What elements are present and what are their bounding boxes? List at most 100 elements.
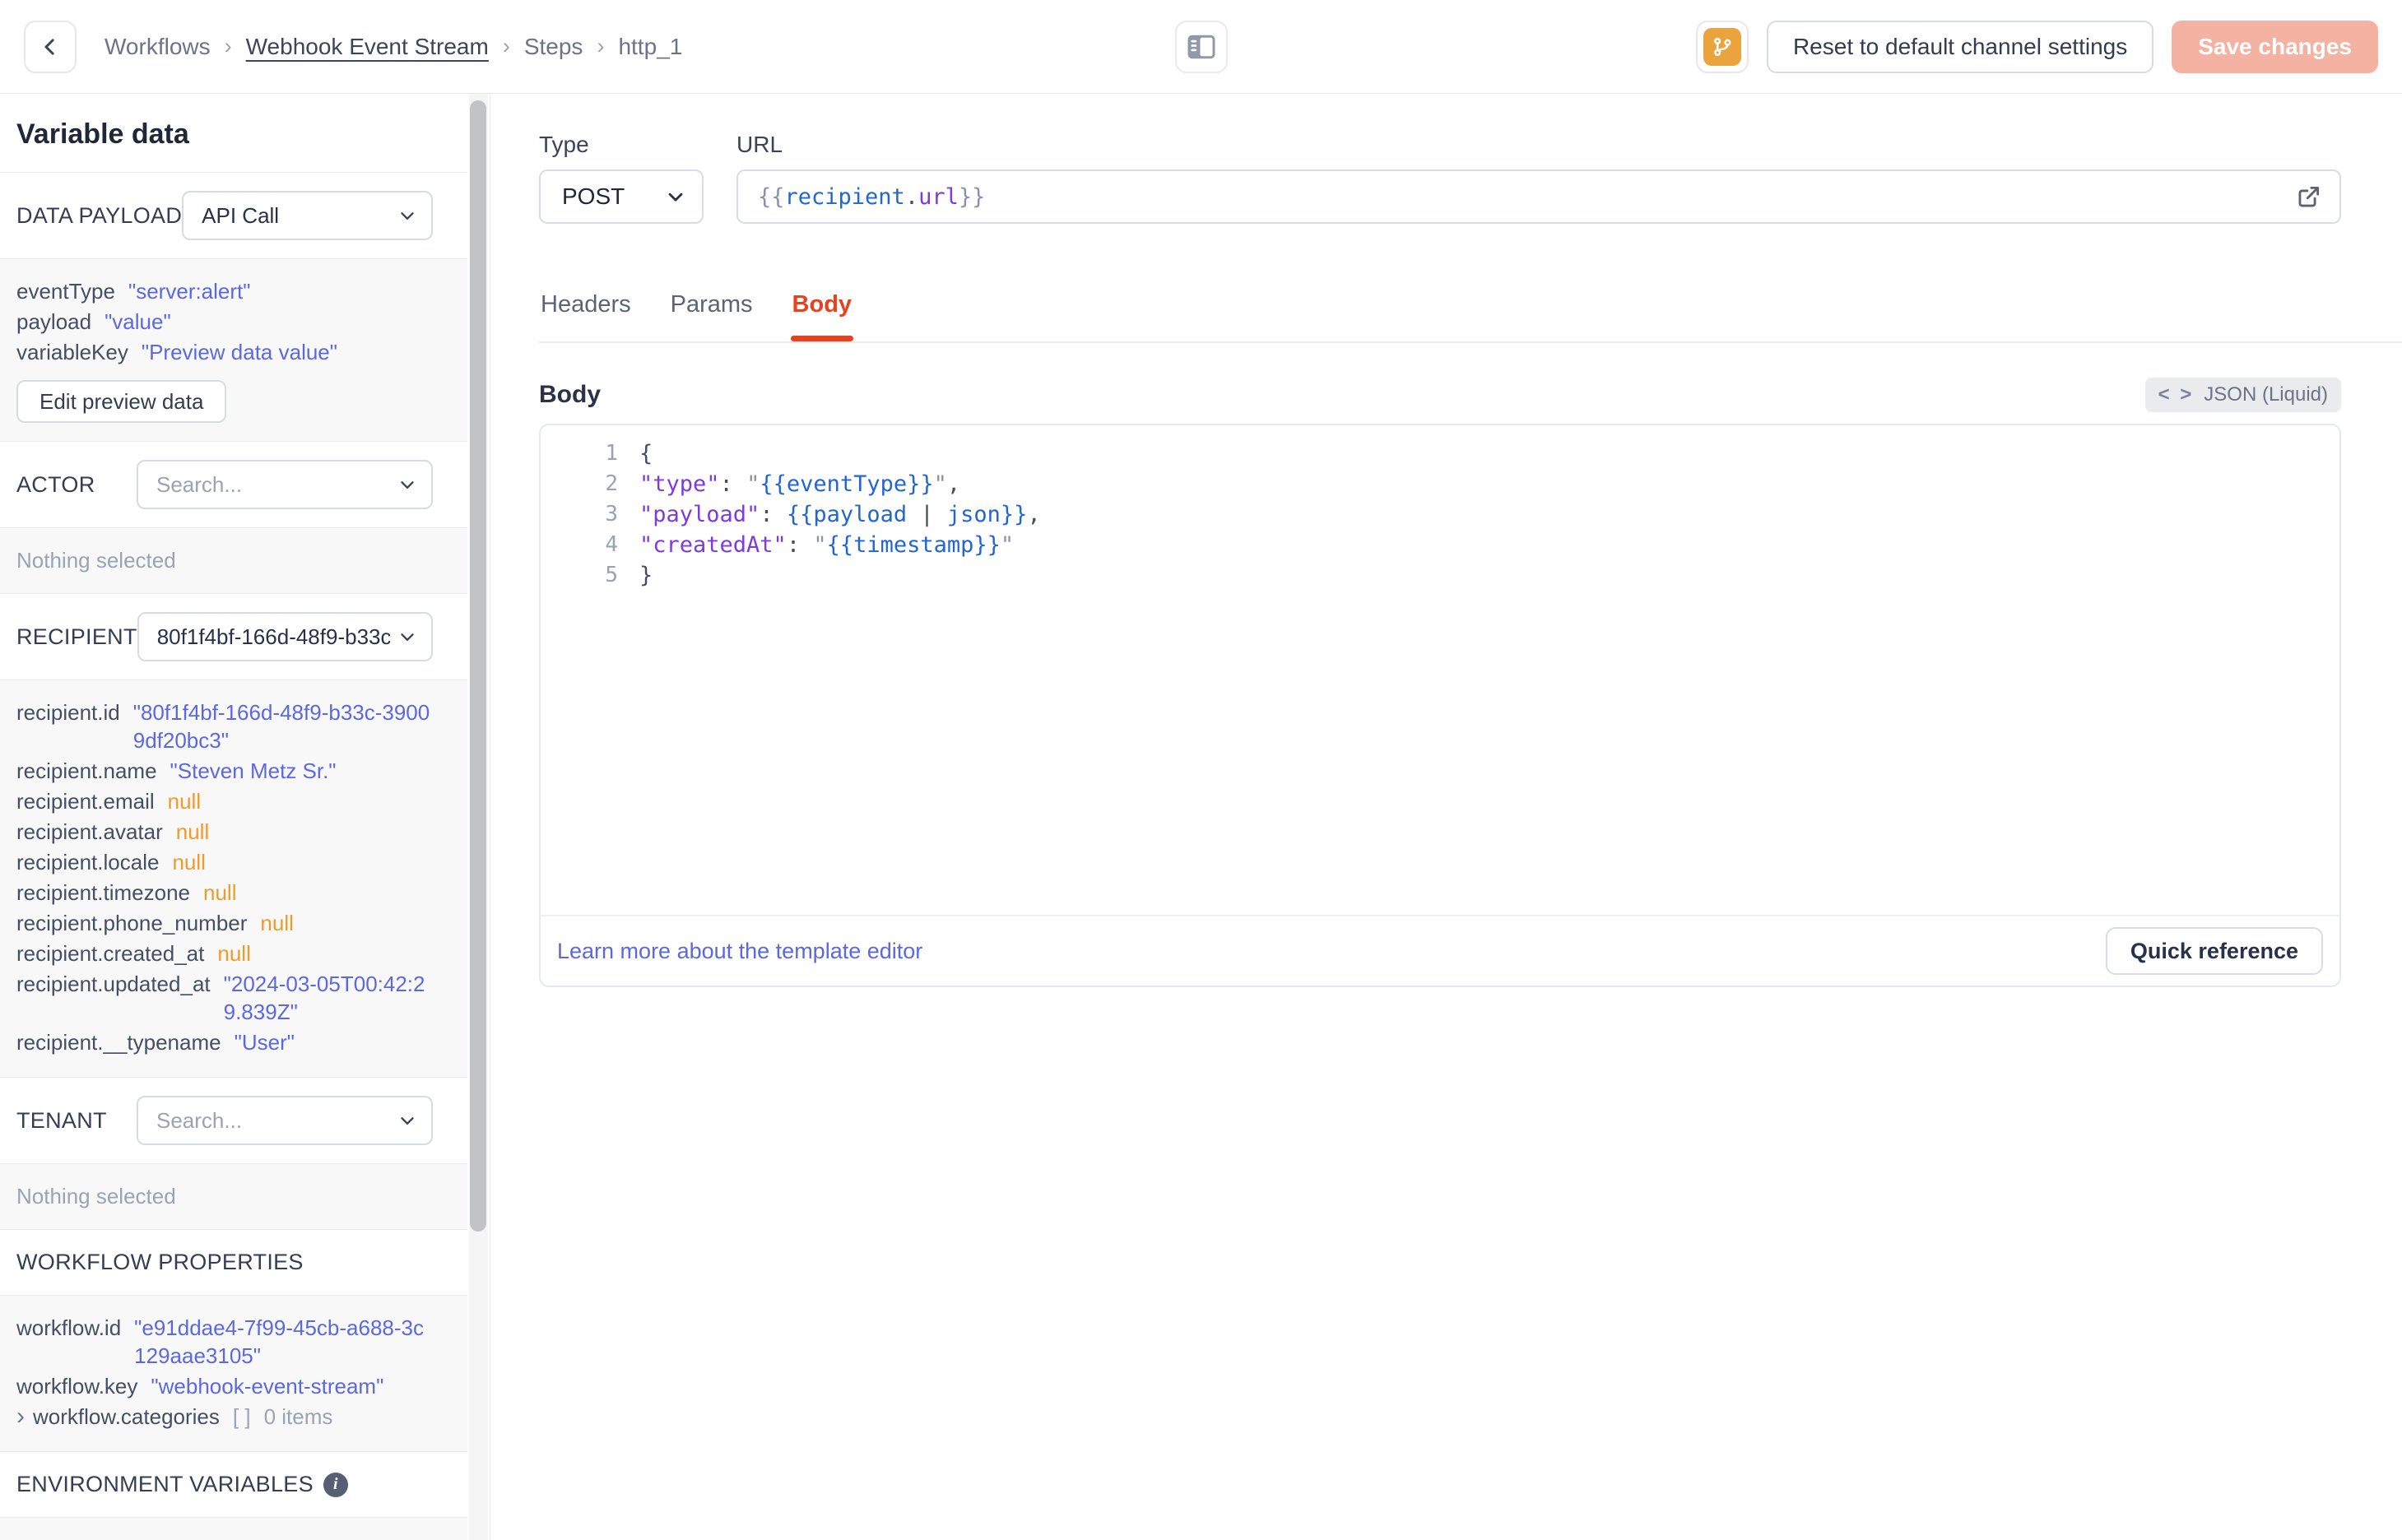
data-payload-values: eventType "server:alert" payload "value" var… (0, 259, 467, 442)
kv-value: null (172, 850, 206, 874)
tab-params[interactable]: Params (669, 291, 755, 341)
code-token: " (813, 532, 827, 558)
template-editor-docs-link[interactable]: Learn more about the template editor (557, 939, 922, 964)
code-token: } (639, 563, 653, 588)
actor-row: ACTOR Search... (0, 442, 467, 528)
code-text: } (639, 560, 653, 591)
chevron-down-icon (397, 626, 418, 647)
sidebar-title: Variable data (0, 94, 467, 173)
commit-button[interactable] (1695, 20, 1749, 73)
editor-language-badge[interactable]: < > JSON (Liquid) (2144, 378, 2341, 412)
code-token: json}} (946, 502, 1028, 527)
code-token: | (920, 502, 947, 527)
kv-key: workflow.key (16, 1374, 138, 1399)
kv-value: null (217, 941, 251, 966)
toggle-sidebar-button[interactable] (1175, 21, 1228, 73)
code-token: {{payload (786, 502, 921, 527)
chevron-down-icon (397, 1110, 418, 1131)
code-token: : (719, 471, 747, 497)
code-token: , (1027, 502, 1041, 527)
url-value: {{recipient.url}} (758, 184, 2295, 210)
info-icon[interactable]: i (323, 1472, 348, 1497)
edit-preview-data-button[interactable]: Edit preview data (16, 380, 227, 423)
tenant-select[interactable]: Search... (137, 1096, 433, 1145)
actor-select[interactable]: Search... (137, 460, 433, 509)
editor-language-label: JSON (Liquid) (2204, 383, 2328, 406)
breadcrumb-item: Steps (523, 33, 583, 59)
line-number: 3 (605, 502, 618, 526)
variable-data-sidebar: Variable data DATA PAYLOAD API Call even… (0, 94, 490, 1540)
git-branch-icon (1703, 27, 1741, 66)
save-changes-button[interactable]: Save changes (2172, 20, 2378, 73)
actor-label: ACTOR (16, 471, 95, 497)
external-link-icon[interactable] (2295, 183, 2323, 211)
code-token: . (904, 183, 919, 210)
data-payload-select[interactable]: API Call (182, 191, 433, 240)
line-number: 2 (605, 471, 618, 496)
kv-row: recipient.created_at null (16, 939, 433, 967)
kv-row: recipient.avatar null (16, 818, 433, 846)
line-number: 5 (605, 563, 618, 587)
breadcrumb-item[interactable]: Workflows (105, 34, 211, 60)
code-token: "payload" (639, 502, 760, 527)
kv-key: workflow.id (16, 1315, 122, 1340)
kv-key: payload (16, 309, 92, 334)
kv-value: "80f1f4bf-166d-48f9-b33c-39009df20bc3" (132, 700, 430, 753)
kv-key: recipient.locale (16, 850, 160, 874)
app-window: Workflows › Webhook Event Stream › Steps › htt… (0, 0, 2402, 1540)
kv-row: vars.app_url "http://localhost:3000" (16, 1536, 433, 1540)
quick-reference-button[interactable]: Quick reference (2105, 927, 2323, 975)
top-header: Workflows › Webhook Event Stream › Steps › htt… (0, 0, 2402, 94)
kv-row: payload "value" (16, 308, 433, 336)
kv-key: recipient.__typename (16, 1030, 221, 1055)
data-payload-row: DATA PAYLOAD API Call (0, 173, 467, 259)
breadcrumb-item[interactable]: Webhook Event Stream (246, 34, 489, 60)
breadcrumb: Workflows › Webhook Event Stream › Steps › htt… (105, 34, 682, 60)
code-token: " (746, 471, 760, 497)
kv-key: recipient.timezone (16, 880, 190, 905)
sidebar-scrollbar-thumb[interactable] (470, 100, 486, 1232)
reset-to-default-button[interactable]: Reset to default channel settings (1766, 20, 2154, 73)
chevron-down-icon (397, 205, 418, 226)
kv-value: "Steven Metz Sr." (170, 758, 337, 783)
step-editor-main: Type POST URL {{recipient.url}} Headers … (490, 94, 2402, 1540)
categories-count: 0 items (263, 1404, 333, 1429)
recipient-select-value: 80f1f4bf-166d-48f9-b33c (156, 624, 390, 649)
workflow-categories-row[interactable]: › workflow.categories [ ] 0 items (16, 1403, 433, 1431)
code-editor[interactable]: 1{2 "type": "{{eventType}}", 3 "payload": {… (541, 425, 2339, 915)
kv-row: recipient.email null (16, 787, 433, 815)
back-button[interactable] (24, 20, 77, 73)
code-token: {{timestamp}} (826, 532, 1001, 558)
recipient-values: recipient.id "80f1f4bf-166d-48f9-b33c-390… (0, 680, 467, 1078)
recipient-select[interactable]: 80f1f4bf-166d-48f9-b33c (137, 612, 433, 661)
tab-headers[interactable]: Headers (539, 291, 633, 341)
kv-key: workflow.categories (33, 1404, 220, 1429)
environment-variables-header: ENVIRONMENT VARIABLES i (0, 1452, 467, 1518)
workflow-properties-header: WORKFLOW PROPERTIES (0, 1230, 467, 1296)
code-line: 4 "createdAt": "{{timestamp}}" (541, 530, 2339, 560)
kv-row: variableKey "Preview data value" (16, 338, 433, 366)
kv-row: recipient.timezone null (16, 879, 433, 907)
sidebar-scrollbar[interactable] (469, 94, 488, 1540)
kv-row: recipient.locale null (16, 848, 433, 876)
code-token: {{ (758, 183, 785, 210)
request-tabs: Headers Params Body (539, 291, 2341, 341)
actor-empty-state: Nothing selected (0, 528, 467, 594)
kv-row: recipient.id "80f1f4bf-166d-48f9-b33c-390… (16, 698, 433, 754)
method-select[interactable]: POST (539, 169, 704, 224)
line-number: 4 (605, 532, 618, 557)
kv-value: "User" (234, 1030, 295, 1055)
code-line: 1{ (541, 438, 2339, 469)
header-actions: Reset to default channel settings Save c… (1695, 20, 2378, 73)
code-icon: < > (2158, 383, 2195, 406)
kv-value: "Preview data value" (141, 340, 337, 364)
tab-body[interactable]: Body (790, 291, 854, 341)
sidebar-panel-icon (1187, 34, 1216, 60)
code-line: 2 "type": "{{eventType}}", (541, 469, 2339, 499)
tabs-divider (539, 341, 2402, 343)
kv-row: recipient.__typename "User" (16, 1028, 433, 1056)
code-token: "type" (639, 471, 720, 497)
code-token: , (946, 471, 961, 497)
chevron-right-icon[interactable]: › (16, 1403, 25, 1431)
url-input[interactable]: {{recipient.url}} (736, 169, 2341, 224)
